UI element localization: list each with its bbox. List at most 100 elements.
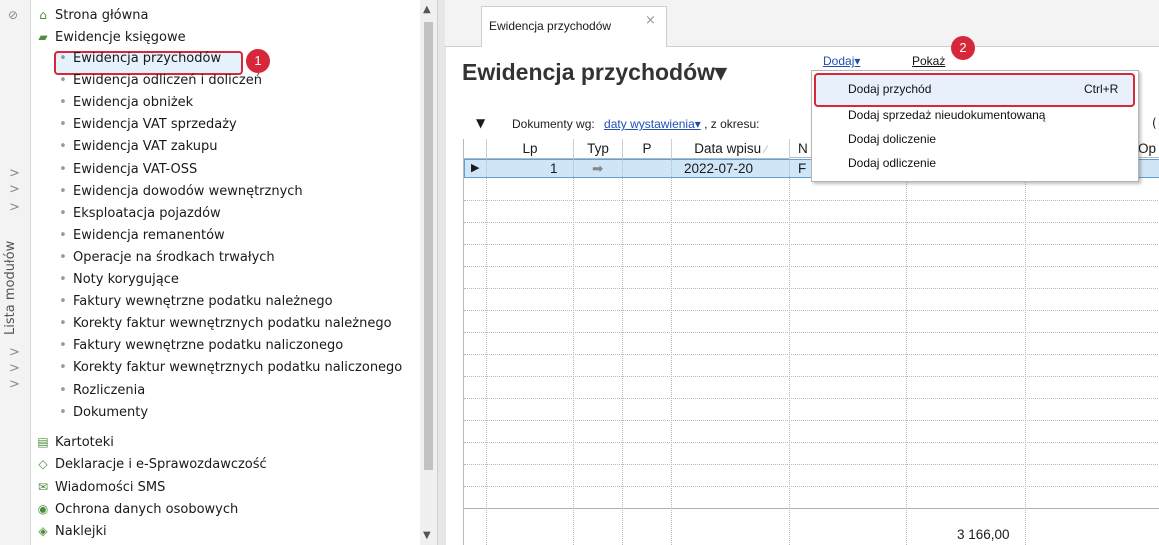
menu-item-add-undocumented-sale[interactable]: Dodaj sprzedaż nieudokumentowaną <box>848 108 1045 122</box>
row-divider <box>464 420 1159 421</box>
filter-right-text: ( <box>1152 116 1157 130</box>
tree-item-label: Faktury wewnętrzne podatku należnego <box>73 294 333 310</box>
add-dropdown-menu: Dodaj przychód Ctrl+R Dodaj sprzedaż nie… <box>811 70 1139 182</box>
bullet-icon: • <box>59 73 67 89</box>
panel-splitter[interactable] <box>437 0 446 545</box>
scroll-up-icon[interactable]: ▲ <box>423 4 431 15</box>
tree-item-cards[interactable]: ▤ Kartoteki <box>35 431 114 453</box>
chevron-right-icon[interactable]: > <box>9 200 20 215</box>
tree-scrollbar[interactable]: ▲ ▼ <box>420 0 437 545</box>
bullet-icon: • <box>59 338 67 354</box>
pin-icon[interactable]: ⊘ <box>8 8 18 22</box>
date-type-link[interactable]: daty wystawienia▾ <box>604 117 701 131</box>
tree-item-sticker[interactable]: ◈ Naklejki <box>35 520 106 542</box>
tree-item-label: Faktury wewnętrzne podatku naliczonego <box>73 338 344 354</box>
chevron-right-icon[interactable]: > <box>9 345 20 360</box>
page-title[interactable]: Ewidencja przychodów▾ <box>462 59 727 86</box>
tree-subitem[interactable]: • Ewidencja dowodów wewnętrznych <box>55 181 303 203</box>
step-badge-2: 2 <box>951 36 975 60</box>
tree-item-label: Dokumenty <box>73 404 149 420</box>
row-divider <box>464 398 1159 399</box>
tree-subitem[interactable]: • Korekty faktur wewnętrznych podatku nal… <box>55 357 402 379</box>
tree-subitem[interactable]: • Operacje na środkach trwałych <box>55 247 275 269</box>
filter-row: Dokumenty wg: daty wystawienia▾ , z okre… <box>512 117 759 131</box>
declaration-icon: ◇ <box>38 457 48 472</box>
row-divider <box>464 332 1159 333</box>
column-header-selector[interactable] <box>464 139 487 159</box>
total-sum: 3 166,00 <box>957 527 1010 542</box>
row-divider <box>464 376 1159 377</box>
tree-item-home[interactable]: ⌂ Strona główna <box>35 4 148 26</box>
tree-subitem[interactable]: • Faktury wewnętrzne podatku naliczonego <box>55 335 343 357</box>
tree-subitem[interactable]: • Ewidencja obniżek <box>55 92 193 114</box>
chevron-right-icon[interactable]: > <box>9 377 20 392</box>
tree-item-sms[interactable]: ✉ Wiadomości SMS <box>35 476 165 498</box>
bullet-icon: • <box>59 183 67 199</box>
cell-lp: 1 <box>550 161 558 176</box>
row-divider <box>464 354 1159 355</box>
row-divider <box>464 508 1159 509</box>
column-divider <box>906 159 907 545</box>
column-divider <box>573 159 574 545</box>
home-icon: ⌂ <box>39 8 47 22</box>
row-pointer-icon: ▶ <box>471 162 480 174</box>
close-icon[interactable]: × <box>645 13 656 28</box>
tree-item-label: Kartoteki <box>55 435 114 450</box>
tree-item-books[interactable]: ▰ Ewidencje księgowe <box>35 26 185 48</box>
scroll-down-icon[interactable]: ▼ <box>423 530 431 541</box>
tree-subitem[interactable]: • Noty korygujące <box>55 269 179 291</box>
tree-subitem[interactable]: • Ewidencja VAT zakupu <box>55 136 217 158</box>
tree-subitem[interactable]: • Eksploatacja pojazdów <box>55 203 221 225</box>
tree-item-label: Ewidencja VAT-OSS <box>73 161 198 177</box>
column-header-lp[interactable]: Lp <box>487 139 574 159</box>
column-header-typ[interactable]: Typ <box>574 139 623 159</box>
row-divider <box>464 464 1159 465</box>
tree-subitem[interactable]: • Rozliczenia <box>55 380 145 402</box>
cell-n: F <box>798 161 807 176</box>
tree-subitem[interactable]: • Faktury wewnętrzne podatku należnego <box>55 291 333 313</box>
navigation-tree: ⌂ Strona główna ▰ Ewidencje księgowe • Ewiden… <box>31 0 437 545</box>
tree-item-label: Ewidencja odliczeń i doliczeń <box>73 73 262 89</box>
tree-subitem[interactable]: • Ewidencja remanentów <box>55 225 225 247</box>
cards-icon: ▤ <box>37 435 49 449</box>
bullet-icon: • <box>59 249 67 265</box>
modules-strip[interactable]: ⊘ > > > Lista modułów > > > <box>0 0 31 545</box>
tree-item-label: Strona główna <box>55 8 149 23</box>
column-header-label: Data wpisu <box>694 141 762 156</box>
column-divider <box>789 159 790 545</box>
tree-subitem[interactable]: • Korekty faktur wewnętrznych podatku nal… <box>55 313 391 335</box>
tree-item-label: Noty korygujące <box>73 272 179 287</box>
add-dropdown-link[interactable]: Dodaj▾ <box>823 54 860 68</box>
row-divider <box>464 244 1159 245</box>
chevron-right-icon[interactable]: > <box>9 182 20 197</box>
tree-item-label: Deklaracje i e-Sprawozdawczość <box>55 457 267 473</box>
tree-subitem[interactable]: • Ewidencja VAT sprzedaży <box>55 114 237 136</box>
chevron-right-icon[interactable]: > <box>9 166 20 181</box>
tree-item-declaration[interactable]: ◇ Deklaracje i e-Sprawozdawczość <box>35 453 267 475</box>
bullet-icon: • <box>59 272 67 287</box>
tree-subitem[interactable]: • Ewidencja przychodów <box>55 48 221 70</box>
menu-item-add-deduction[interactable]: Dodaj odliczenie <box>848 156 936 170</box>
tree-item-label: Ewidencja obniżek <box>73 95 194 111</box>
tree-item-label: Ewidencja przychodów <box>73 51 222 66</box>
bullet-icon: • <box>59 95 67 111</box>
documents-grid[interactable]: Lp Typ P Data wpisu ⁄ N Op ▶ 1 ➡ 2022-07… <box>463 139 1159 545</box>
shield-icon: ◉ <box>37 501 49 516</box>
bullet-icon: • <box>59 294 67 310</box>
tree-subitem[interactable]: • Dokumenty <box>55 402 148 424</box>
tree-subitem[interactable]: • Ewidencja VAT-OSS <box>55 159 197 181</box>
tree-subitem[interactable]: • Ewidencja odliczeń i doliczeń <box>55 70 262 92</box>
tab-ewidencja-przychodow[interactable]: Ewidencja przychodów × <box>481 6 667 47</box>
scroll-thumb[interactable] <box>424 22 433 470</box>
tree-item-shield[interactable]: ◉ Ochrona danych osobowych <box>35 498 239 520</box>
collapse-triangle-icon[interactable]: ▼ <box>476 116 485 130</box>
bullet-icon: • <box>59 161 67 177</box>
show-link[interactable]: Pokaż <box>912 54 945 68</box>
modules-list-label[interactable]: Lista modułów <box>3 238 25 338</box>
menu-item-add-income[interactable]: Dodaj przychód <box>848 82 931 96</box>
column-header-p[interactable]: P <box>623 139 672 159</box>
menu-item-add-addition[interactable]: Dodaj doliczenie <box>848 132 936 146</box>
column-header-data-wpisu[interactable]: Data wpisu ⁄ <box>672 139 790 159</box>
tree-item-label: Operacje na środkach trwałych <box>73 249 275 265</box>
chevron-right-icon[interactable]: > <box>9 361 20 376</box>
